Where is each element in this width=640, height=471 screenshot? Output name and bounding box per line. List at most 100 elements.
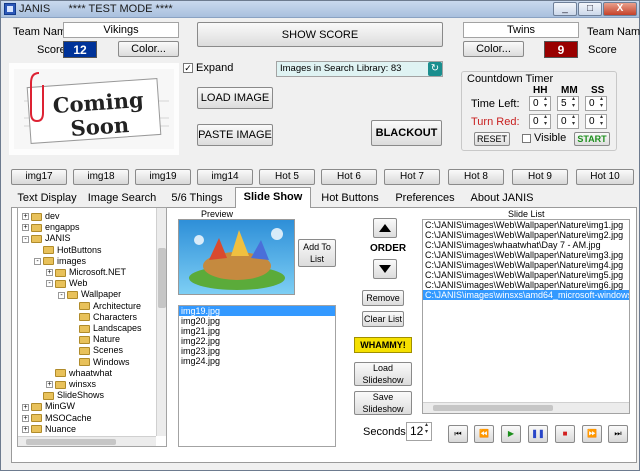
- quick-button-img18[interactable]: img18: [73, 169, 129, 185]
- minimize-button[interactable]: _: [553, 2, 577, 16]
- tree-node[interactable]: Architecture: [70, 301, 141, 312]
- turn-red-minutes[interactable]: 0: [557, 114, 579, 129]
- tree-node[interactable]: SlideShows: [34, 390, 104, 401]
- tree-node[interactable]: + engapps: [22, 222, 80, 233]
- collapse-icon[interactable]: -: [58, 291, 65, 299]
- tab-preferences[interactable]: Preferences: [389, 190, 461, 207]
- maximize-button[interactable]: □: [578, 2, 602, 16]
- slide-list-item[interactable]: C:\JANIS\images\Web\Wallpaper\Nature\img…: [423, 260, 629, 270]
- skip-last-button[interactable]: ⏭: [608, 425, 628, 443]
- pause-button[interactable]: ❚❚: [528, 425, 548, 443]
- tree-vertical-scrollbar[interactable]: [156, 208, 166, 436]
- start-button[interactable]: START: [574, 132, 610, 146]
- tab-slide-show[interactable]: Slide Show: [235, 187, 311, 208]
- load-slideshow-button[interactable]: Load Slideshow: [354, 362, 412, 386]
- expand-checkbox[interactable]: ✓: [183, 63, 193, 73]
- expand-icon[interactable]: +: [46, 381, 53, 389]
- tree-node[interactable]: + MSOCache: [22, 413, 92, 424]
- right-team-name-input[interactable]: Twins: [463, 22, 579, 38]
- tab-image-search[interactable]: Image Search: [85, 190, 159, 207]
- slide-list-item[interactable]: C:\JANIS\images\Web\Wallpaper\Nature\img…: [423, 280, 629, 290]
- quick-button-img19[interactable]: img19: [135, 169, 191, 185]
- tree-node[interactable]: - Wallpaper: [58, 289, 121, 300]
- expand-icon[interactable]: +: [22, 414, 29, 422]
- right-color-button[interactable]: Color...: [463, 41, 524, 57]
- image-file-item[interactable]: img23.jpg: [179, 346, 335, 356]
- whammy-button[interactable]: WHAMMY!: [354, 337, 412, 353]
- left-score-display[interactable]: 12: [63, 41, 97, 58]
- tree-node[interactable]: + dev: [22, 211, 60, 222]
- expand-icon[interactable]: +: [22, 403, 29, 411]
- fast-forward-button[interactable]: ⏩: [582, 425, 602, 443]
- time-left-minutes[interactable]: 5: [557, 96, 579, 111]
- time-left-hours[interactable]: 0: [529, 96, 551, 111]
- close-button[interactable]: X: [603, 2, 637, 16]
- skip-first-button[interactable]: ⏮: [448, 425, 468, 443]
- tree-hscroll-thumb[interactable]: [26, 439, 116, 445]
- hot-button-10[interactable]: Hot 10: [576, 169, 634, 185]
- add-to-list-button[interactable]: Add To List: [298, 239, 336, 267]
- slide-list-item[interactable]: C:\JANIS\images\Web\Wallpaper\Nature\img…: [423, 220, 629, 230]
- image-file-item[interactable]: img19.jpg: [179, 306, 335, 316]
- refresh-icon[interactable]: ↻: [428, 62, 442, 76]
- slide-list-item[interactable]: C:\JANIS\images\Web\Wallpaper\Nature\img…: [423, 270, 629, 280]
- slide-list-item[interactable]: C:\JANIS\images\Web\Wallpaper\Nature\img…: [423, 230, 629, 240]
- load-image-button[interactable]: LOAD IMAGE: [197, 87, 273, 109]
- expand-icon[interactable]: +: [22, 425, 29, 433]
- move-up-button[interactable]: [373, 218, 397, 238]
- image-file-item[interactable]: img20.jpg: [179, 316, 335, 326]
- clear-list-button[interactable]: Clear List: [362, 311, 404, 327]
- hot-button-5[interactable]: Hot 5: [259, 169, 315, 185]
- visible-checkbox[interactable]: [522, 134, 531, 143]
- blackout-button[interactable]: BLACKOUT: [371, 120, 442, 146]
- tree-node[interactable]: + Nuance: [22, 424, 76, 435]
- collapse-icon[interactable]: -: [34, 257, 41, 265]
- tab-56-things[interactable]: 5/6 Things: [165, 190, 229, 207]
- slide-list-item[interactable]: C:\JANIS\images\Web\Wallpaper\Nature\img…: [423, 250, 629, 260]
- tree-node[interactable]: Scenes: [70, 345, 123, 356]
- tree-scroll-thumb[interactable]: [158, 248, 166, 308]
- tree-node[interactable]: + winsxs: [46, 379, 96, 390]
- tree-node[interactable]: whaatwhat: [46, 368, 112, 379]
- time-left-seconds[interactable]: 0: [585, 96, 607, 111]
- tree-horizontal-scrollbar[interactable]: [18, 436, 156, 446]
- save-slideshow-button[interactable]: Save Slideshow: [354, 391, 412, 415]
- reset-button[interactable]: RESET: [474, 132, 510, 146]
- seconds-stepper[interactable]: 12: [406, 422, 432, 441]
- image-file-item[interactable]: img24.jpg: [179, 356, 335, 366]
- quick-button-img17[interactable]: img17: [11, 169, 67, 185]
- tree-node[interactable]: Windows: [70, 357, 130, 368]
- hot-button-7[interactable]: Hot 7: [384, 169, 440, 185]
- tree-node[interactable]: - Web: [46, 278, 87, 289]
- paste-image-button[interactable]: PASTE IMAGE: [197, 124, 273, 146]
- slide-list[interactable]: C:\JANIS\images\Web\Wallpaper\Nature\img…: [422, 219, 630, 414]
- slide-list-item[interactable]: C:\JANIS\images\winsxs\amd64_microsoft-w…: [423, 290, 629, 300]
- tab-hot-buttons[interactable]: Hot Buttons: [315, 190, 385, 207]
- play-button[interactable]: ▶: [501, 425, 521, 443]
- folder-tree[interactable]: + dev + engapps - JANIS HotButtons - images + Micr…: [17, 207, 167, 447]
- slide-list-item[interactable]: C:\JANIS\images\whaatwhat\Day 7 - AM.jpg: [423, 240, 629, 250]
- right-score-display[interactable]: 9: [544, 41, 578, 58]
- quick-button-img14[interactable]: img14: [197, 169, 253, 185]
- tree-node[interactable]: Landscapes: [70, 323, 142, 334]
- show-score-button[interactable]: SHOW SCORE: [197, 22, 443, 47]
- tree-node[interactable]: HotButtons: [34, 245, 102, 256]
- tree-node[interactable]: Characters: [70, 312, 137, 323]
- tree-node[interactable]: + Microsoft.NET: [46, 267, 126, 278]
- tree-node[interactable]: + MinGW: [22, 401, 75, 412]
- image-file-item[interactable]: img21.jpg: [179, 326, 335, 336]
- left-team-name-input[interactable]: Vikings: [63, 22, 179, 38]
- rewind-button[interactable]: ⏪: [474, 425, 494, 443]
- expand-icon[interactable]: +: [22, 224, 29, 232]
- tab-about-janis[interactable]: About JANIS: [465, 190, 539, 207]
- tab-text-display[interactable]: Text Display: [13, 190, 81, 207]
- remove-button[interactable]: Remove: [362, 290, 404, 306]
- tree-node[interactable]: - JANIS: [22, 233, 71, 244]
- tree-node[interactable]: - images: [34, 256, 86, 267]
- hot-button-6[interactable]: Hot 6: [321, 169, 377, 185]
- expand-icon[interactable]: +: [46, 269, 53, 277]
- image-file-item[interactable]: img22.jpg: [179, 336, 335, 346]
- left-color-button[interactable]: Color...: [118, 41, 179, 57]
- collapse-icon[interactable]: -: [22, 235, 29, 243]
- hot-button-8[interactable]: Hot 8: [448, 169, 504, 185]
